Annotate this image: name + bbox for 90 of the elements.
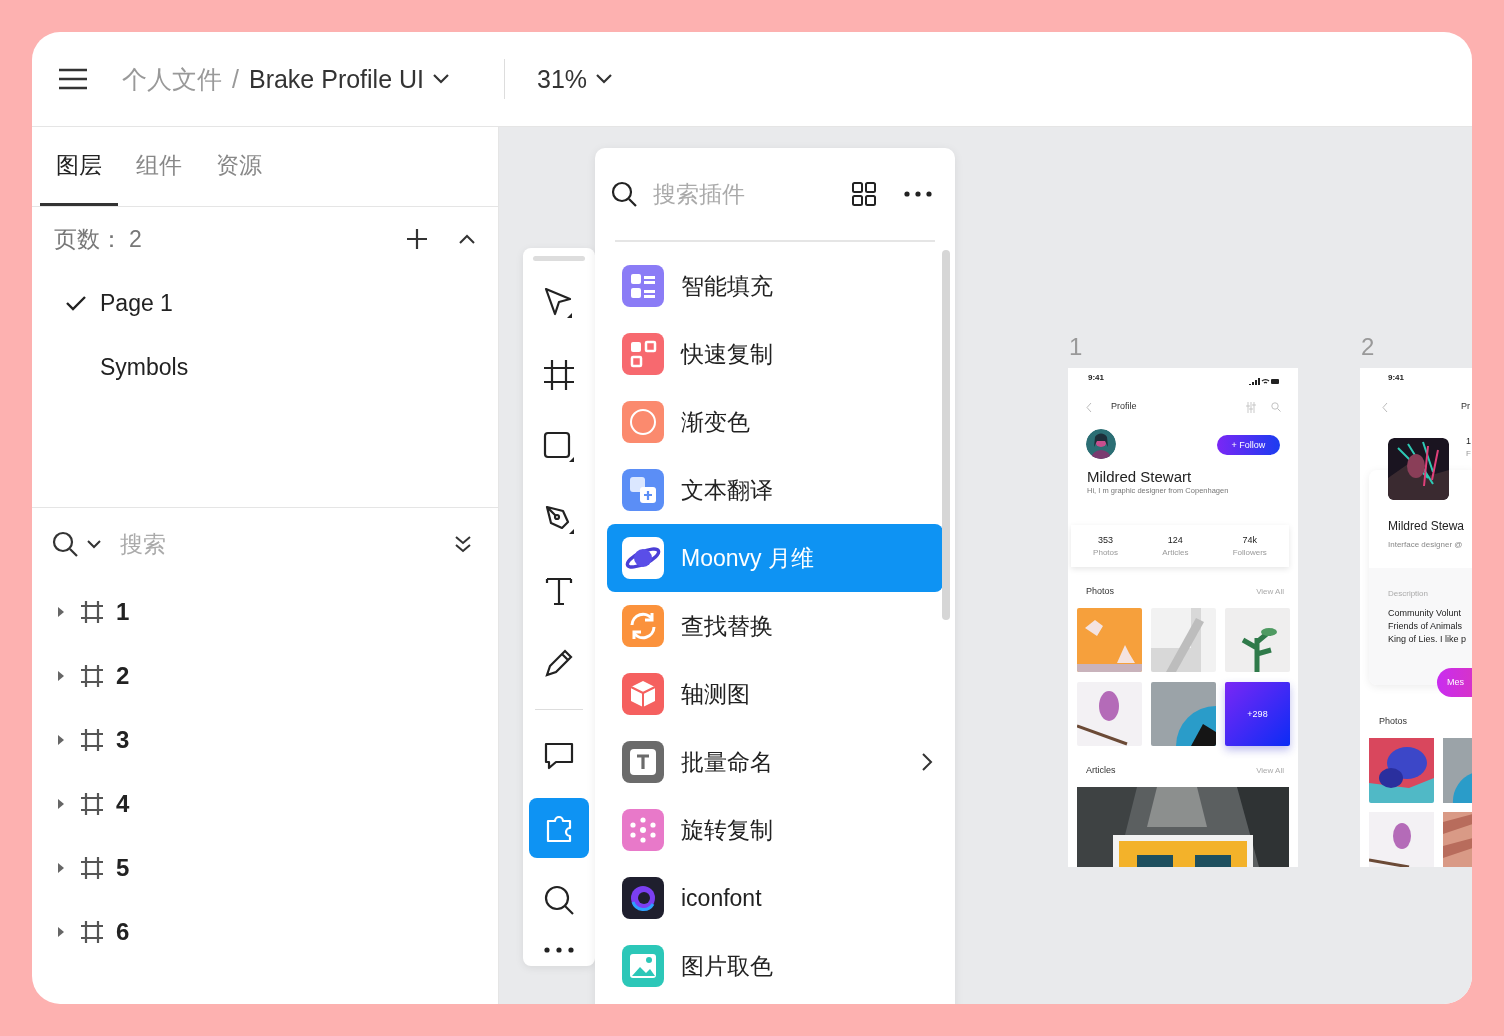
profile-name: Mildred Stewa [1388,519,1465,533]
search-field[interactable]: 搜索 [118,529,454,559]
expand-caret-icon[interactable] [56,735,66,745]
artboard[interactable]: 9:41 Pr 1 F Mildred Stewa Interface designer @ Description Community Volunt Friends of Animals King of Lies. I like p Mes Photos [1360,368,1472,867]
path-separator: / [232,64,239,94]
plugin-search-field[interactable]: 搜索插件 [651,179,851,209]
stat-label: F [1466,449,1471,458]
panel-tab[interactable]: 图层 [40,127,118,206]
expand-caret-icon[interactable] [56,671,66,681]
filter-icon [1246,402,1256,413]
layer-name[interactable]: 6 [116,918,130,946]
puzzle-tool[interactable] [529,798,589,858]
search-icon[interactable] [52,531,78,557]
zoom-level[interactable]: 31% [537,64,588,94]
status-time: 9:41 [1088,373,1104,382]
plugin-item[interactable]: 文本翻译 [607,456,943,524]
stat-label: Articles [1162,548,1189,557]
back-icon [1382,402,1388,413]
section-title: Articles [1086,765,1116,775]
frame-icon [80,856,104,880]
expand-caret-icon[interactable] [56,863,66,873]
page-item[interactable]: Symbols [100,353,189,381]
plugin-item[interactable]: 旋转复制 [607,796,943,864]
stat-value: 124 [1167,535,1183,545]
page-item[interactable]: Page 1 [100,289,173,317]
chevron-up-icon[interactable] [458,233,476,245]
screen-title: Pr [1461,401,1470,411]
stat-value: 74k [1242,535,1257,545]
plugin-item[interactable]: 渐变色 [607,388,943,456]
back-icon [1086,402,1092,413]
search-icon [1271,402,1281,412]
chevron-down-icon[interactable] [432,73,450,85]
expand-caret-icon[interactable] [56,799,66,809]
stat-label: Photos [1093,548,1118,557]
status-icons [1248,378,1280,385]
artboard-label: 2 [1361,333,1375,361]
layer-name[interactable]: 2 [116,662,130,690]
profile-role: Interface designer @ [1388,540,1463,549]
layer-name[interactable]: 4 [116,790,130,818]
frame-icon [542,358,576,392]
expand-caret-icon[interactable] [56,927,66,937]
menu-icon[interactable] [58,68,88,90]
plugin-item[interactable]: 快速复制 [607,320,943,388]
pages-label: 页数： [54,224,123,254]
plugin-item[interactable]: 智能填充 [607,252,943,320]
frame-icon [80,792,104,816]
more-icon[interactable] [543,946,575,954]
frame-icon [80,728,104,752]
layer-name[interactable]: 5 [116,854,130,882]
more-photos-tile[interactable]: +298 [1225,682,1290,746]
frame-icon [80,600,104,624]
artboard-label: 1 [1069,333,1083,361]
grid-icon[interactable] [851,181,877,207]
section-title: Photos [1379,716,1408,726]
pages-count: 2 [129,225,142,253]
description-line: King of Lies. I like p [1388,634,1467,644]
plugin-item[interactable]: 轴测图 [607,660,943,728]
layer-name[interactable]: 3 [116,726,130,754]
stat-value: 1 [1466,436,1471,446]
status-time: 9:41 [1388,373,1404,382]
plugin-item[interactable]: 查找替换 [607,592,943,660]
section-title: Photos [1086,586,1115,596]
stat-value: 353 [1098,535,1114,545]
description-line: Friends of Animals [1388,621,1463,631]
plugin-item[interactable]: iconfont [607,864,943,932]
stat-label: Followers [1232,548,1267,557]
message-button[interactable]: Mes [1437,668,1472,697]
plugin-item[interactable]: 图片取色 [607,932,943,1000]
panel-tab[interactable]: 组件 [120,127,198,206]
frame-icon [80,920,104,944]
double-chevron-icon[interactable] [454,534,472,554]
search-icon [542,883,576,917]
screen-title: Profile [1111,401,1137,411]
file-name[interactable]: Brake Profile UI [248,64,424,94]
panel-tab[interactable]: 资源 [200,127,278,206]
follow-button[interactable]: + Follow [1217,435,1280,455]
plugin-item[interactable]: 批量命名 [607,728,943,796]
expand-caret-icon[interactable] [56,607,66,617]
rectangle-icon [542,430,576,464]
scrollbar[interactable] [942,250,950,620]
plus-icon[interactable] [406,228,428,250]
description-title: Description [1388,589,1428,598]
chevron-down-icon[interactable] [595,73,614,85]
more-icon[interactable] [903,190,933,198]
layer-name[interactable]: 1 [116,598,130,626]
chevron-down-icon[interactable] [86,539,102,549]
search-icon[interactable] [611,181,637,207]
description-line: Community Volunt [1388,608,1462,618]
profile-name: Mildred Stewart [1087,468,1192,485]
frame-icon [80,664,104,688]
